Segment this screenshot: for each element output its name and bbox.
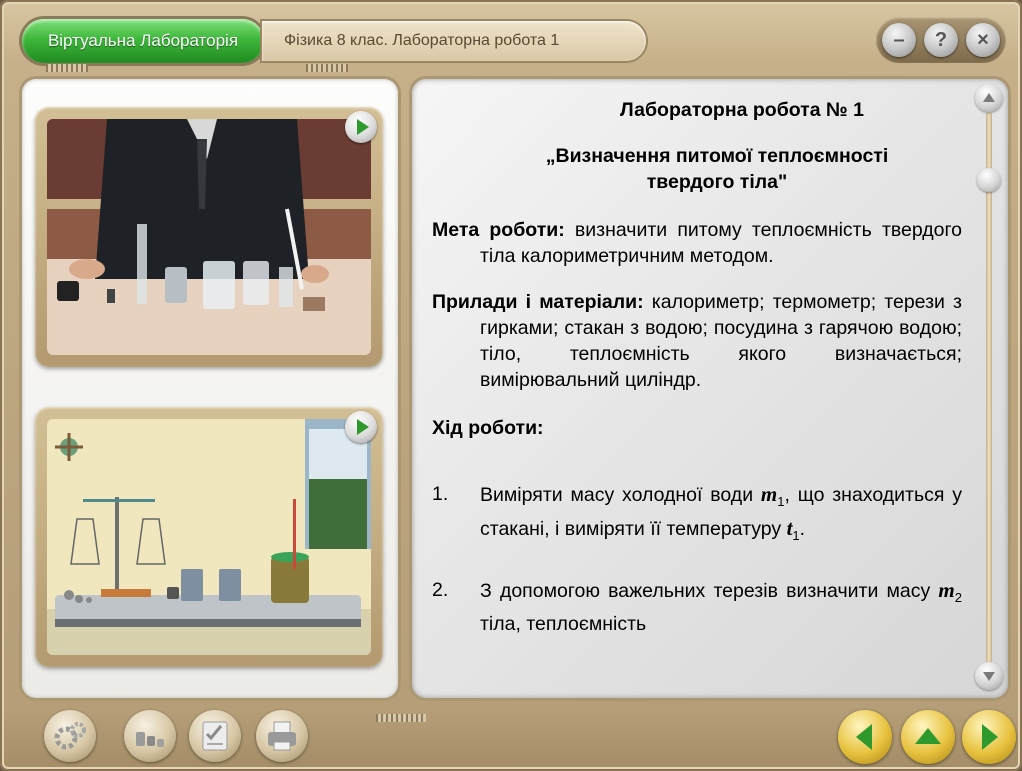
materials-label: Прилади і матеріали:	[432, 291, 644, 313]
header-grip	[46, 64, 88, 72]
print-button[interactable]	[256, 710, 308, 762]
step-text: З допомогою важельних терезів визначити …	[480, 577, 962, 635]
step-text: Виміряти масу холодної води m1, що знахо…	[480, 482, 962, 543]
procedure-step: 1. Виміряти масу холодної води m1, що зн…	[432, 481, 962, 549]
app-title-tab[interactable]: Віртуальна Лабораторія	[22, 19, 264, 63]
window-controls: – ? ×	[876, 17, 1006, 63]
materials-paragraph: Прилади і матеріали: калориметр; термоме…	[432, 289, 962, 393]
minimize-button[interactable]: –	[882, 23, 916, 57]
instructions-panel: Лабораторна робота № 1 „Визначення питом…	[412, 79, 1008, 698]
arrow-right-icon	[982, 724, 998, 750]
checklist-button[interactable]	[189, 710, 241, 762]
play-simulation-button[interactable]	[345, 411, 377, 443]
nav-forward-button[interactable]	[962, 710, 1016, 764]
goal-paragraph: Мета роботи: визначити питому теплоємніс…	[432, 217, 962, 269]
header-grip	[306, 64, 348, 72]
scroll-thumb[interactable]	[977, 168, 1001, 192]
close-icon: ×	[977, 29, 989, 51]
weights-button[interactable]	[124, 710, 176, 762]
goal-label: Мета роботи:	[432, 219, 565, 241]
scroll-down-button[interactable]	[975, 662, 1003, 690]
step-number: 2.	[432, 578, 449, 601]
lab-video-image	[47, 119, 371, 355]
instructions-content: Лабораторна робота № 1 „Визначення питом…	[432, 97, 962, 637]
lesson-title-tab: Фізика 8 клас. Лабораторна робота 1	[262, 21, 646, 61]
weights-icon	[136, 732, 164, 747]
help-icon: ?	[934, 29, 948, 51]
help-button[interactable]: ?	[924, 23, 958, 57]
settings-button[interactable]	[44, 710, 96, 762]
gears-icon	[54, 722, 86, 750]
simulation-frame	[47, 419, 371, 655]
video-frame	[47, 119, 371, 355]
procedure-label: Хід роботи:	[432, 417, 544, 439]
play-video-button[interactable]	[345, 111, 377, 143]
simulation-thumbnail[interactable]	[35, 407, 383, 667]
triangle-down-icon	[983, 672, 995, 681]
printer-icon	[268, 721, 296, 751]
nav-back-button[interactable]	[838, 710, 892, 764]
procedure-step: 2. З допомогою важельних терезів визначи…	[432, 577, 962, 637]
scroll-up-button[interactable]	[975, 84, 1003, 112]
media-panel	[22, 79, 398, 698]
video-thumbnail[interactable]	[35, 107, 383, 367]
content-scrollbar[interactable]	[974, 84, 1004, 692]
arrow-left-icon	[856, 724, 872, 750]
lab-title: Лабораторна робота № 1	[620, 99, 864, 121]
arrow-up-icon	[915, 728, 941, 744]
triangle-up-icon	[983, 93, 995, 102]
toolbar-grip	[376, 714, 426, 722]
step-number: 1.	[432, 483, 449, 505]
minimize-icon: –	[893, 29, 905, 51]
lab-topic: „Визначення питомої теплоємності твердог…	[545, 145, 889, 193]
scroll-track[interactable]	[986, 112, 992, 664]
checklist-icon	[202, 721, 228, 751]
close-button[interactable]: ×	[966, 23, 1000, 57]
lab-simulation-image	[47, 419, 371, 655]
nav-up-button[interactable]	[901, 710, 955, 764]
